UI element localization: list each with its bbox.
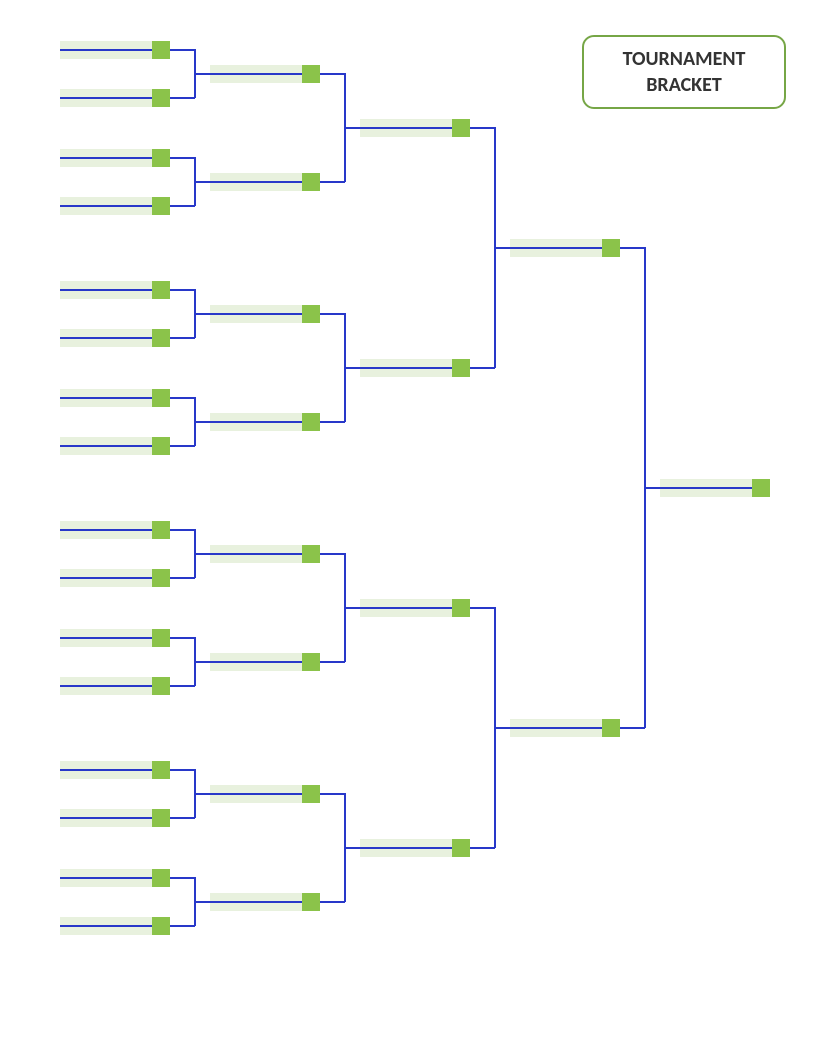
r1-score-4 <box>152 281 170 299</box>
r1-score-5 <box>152 329 170 347</box>
r1-slot-1 <box>60 89 170 107</box>
r1-slot-13 <box>60 809 170 827</box>
r2-score-0 <box>302 65 320 83</box>
r1-score-11 <box>152 677 170 695</box>
r1-score-1 <box>152 89 170 107</box>
r2-score-3 <box>302 413 320 431</box>
r2-slot-0 <box>210 65 320 83</box>
r1-slot-7 <box>60 437 170 455</box>
r1-score-10 <box>152 629 170 647</box>
r1-score-0 <box>152 41 170 59</box>
r1-slot-11 <box>60 677 170 695</box>
r3-slot-3 <box>360 839 470 857</box>
r3-score-0 <box>452 119 470 137</box>
r1-slot-3 <box>60 197 170 215</box>
r1-score-7 <box>152 437 170 455</box>
r3-score-3 <box>452 839 470 857</box>
r1-score-15 <box>152 917 170 935</box>
r1-slot-9 <box>60 569 170 587</box>
r1-score-9 <box>152 569 170 587</box>
r2-slot-6 <box>210 785 320 803</box>
r1-slot-4 <box>60 281 170 299</box>
r2-score-5 <box>302 653 320 671</box>
r1-score-12 <box>152 761 170 779</box>
r2-slot-3 <box>210 413 320 431</box>
r1-score-8 <box>152 521 170 539</box>
r1-slot-0 <box>60 41 170 59</box>
r1-score-13 <box>152 809 170 827</box>
r1-slot-2 <box>60 149 170 167</box>
r1-slot-8 <box>60 521 170 539</box>
r2-score-6 <box>302 785 320 803</box>
final-slot <box>660 479 770 497</box>
r3-slot-2 <box>360 599 470 617</box>
r3-score-1 <box>452 359 470 377</box>
r3-score-2 <box>452 599 470 617</box>
r3-slot-1 <box>360 359 470 377</box>
r3-slot-0 <box>360 119 470 137</box>
final-score <box>752 479 770 497</box>
r4-score-0 <box>602 239 620 257</box>
r1-slot-15 <box>60 917 170 935</box>
r2-score-7 <box>302 893 320 911</box>
r2-slot-5 <box>210 653 320 671</box>
r1-score-3 <box>152 197 170 215</box>
r2-score-1 <box>302 173 320 191</box>
r1-slot-10 <box>60 629 170 647</box>
r2-score-2 <box>302 305 320 323</box>
r1-slot-6 <box>60 389 170 407</box>
r4-slot-1 <box>510 719 620 737</box>
r1-score-6 <box>152 389 170 407</box>
r2-slot-2 <box>210 305 320 323</box>
r2-slot-4 <box>210 545 320 563</box>
r1-score-14 <box>152 869 170 887</box>
r4-slot-0 <box>510 239 620 257</box>
r2-slot-1 <box>210 173 320 191</box>
r4-score-1 <box>602 719 620 737</box>
r1-slot-12 <box>60 761 170 779</box>
r1-score-2 <box>152 149 170 167</box>
r2-slot-7 <box>210 893 320 911</box>
r1-slot-5 <box>60 329 170 347</box>
r2-score-4 <box>302 545 320 563</box>
r1-slot-14 <box>60 869 170 887</box>
